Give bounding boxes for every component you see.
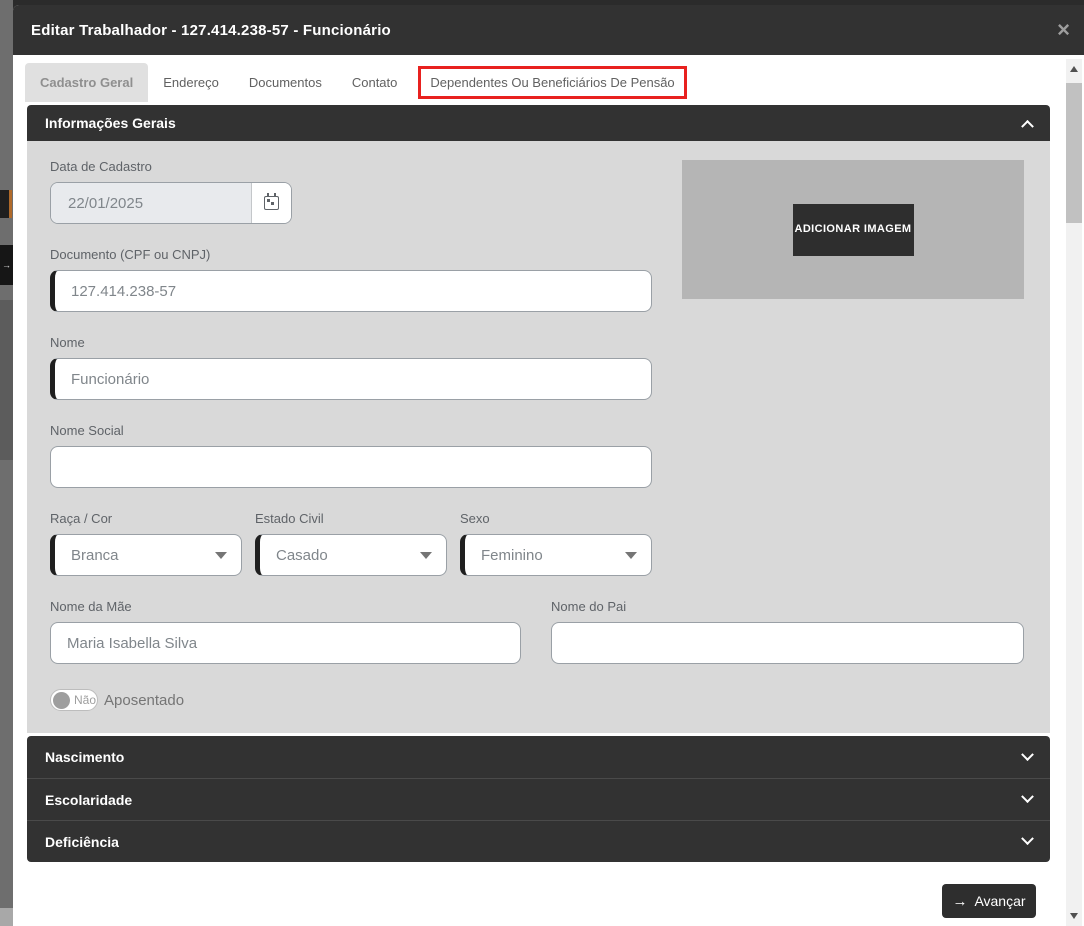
documento-input[interactable] [50, 270, 652, 312]
avancar-label: Avançar [974, 893, 1026, 909]
raca-cor-value: Branca [71, 546, 119, 564]
estado-civil-value: Casado [276, 546, 328, 564]
modal-title: Editar Trabalhador - 127.414.238-57 - Fu… [31, 21, 391, 39]
nome-label: Nome [50, 335, 85, 350]
arrow-right-icon: → [952, 892, 968, 910]
background-fragment [0, 190, 12, 218]
section-header-informacoes-gerais[interactable]: Informações Gerais [27, 105, 1050, 141]
aposentado-toggle[interactable]: Não [50, 689, 98, 711]
tab-cadastro-geral[interactable]: Cadastro Geral [25, 63, 149, 102]
nome-input[interactable] [50, 358, 652, 400]
tab-bar: Cadastro Geral Endereço Documentos Conta… [25, 63, 1084, 102]
section-title: Informações Gerais [45, 115, 176, 131]
caret-down-icon [215, 551, 227, 559]
toggle-knob-icon [53, 691, 70, 709]
nome-mae-label: Nome da Mãe [50, 599, 132, 614]
sexo-select[interactable]: Feminino [460, 534, 652, 576]
section-title: Escolaridade [45, 791, 133, 808]
adicionar-imagem-button[interactable]: ADICIONAR IMAGEM [792, 203, 914, 256]
scroll-up-button[interactable] [1066, 61, 1082, 77]
data-cadastro-value[interactable]: 22/01/2025 [51, 183, 251, 223]
aposentado-label: Aposentado [104, 691, 185, 709]
background-fragment [0, 908, 13, 926]
estado-civil-label: Estado Civil [255, 511, 324, 526]
calendar-icon [264, 193, 279, 210]
scroll-down-button[interactable] [1066, 908, 1082, 924]
modal-content: Informações Gerais Data de Cadastro 22/0… [27, 105, 1050, 862]
tab-documentos[interactable]: Documentos [234, 63, 337, 102]
calendar-button[interactable] [251, 183, 291, 223]
close-icon[interactable]: × [1057, 19, 1070, 41]
caret-down-icon [625, 551, 637, 559]
vertical-scrollbar[interactable] [1066, 59, 1082, 926]
toggle-state-text: Não [74, 693, 97, 707]
section-title: Deficiência [45, 833, 119, 850]
chevron-down-icon [1021, 790, 1034, 804]
sexo-value: Feminino [481, 546, 543, 564]
screen: → Editar Trabalhador - 127.414.238-57 - … [0, 0, 1084, 926]
chevron-up-icon [1021, 119, 1034, 133]
raca-cor-select[interactable]: Branca [50, 534, 242, 576]
section-header-escolaridade[interactable]: Escolaridade [27, 778, 1050, 820]
nome-social-label: Nome Social [50, 423, 124, 438]
section-header-deficiencia[interactable]: Deficiência [27, 820, 1050, 862]
nome-mae-input[interactable] [50, 622, 521, 664]
section-header-nascimento[interactable]: Nascimento [27, 736, 1050, 778]
data-cadastro-field: 22/01/2025 [50, 182, 292, 224]
triangle-up-icon [1070, 66, 1078, 72]
dimmed-background: → [0, 0, 13, 926]
documento-label: Documento (CPF ou CNPJ) [50, 247, 211, 262]
nome-pai-input[interactable] [551, 622, 1024, 664]
image-placeholder: ADICIONAR IMAGEM [682, 160, 1024, 299]
modal-header: Editar Trabalhador - 127.414.238-57 - Fu… [13, 5, 1084, 55]
nome-social-input[interactable] [50, 446, 652, 488]
chevron-down-icon [1021, 832, 1034, 846]
informacoes-gerais-panel: Data de Cadastro 22/01/2025 Documento (C… [27, 141, 1050, 733]
triangle-down-icon [1070, 913, 1078, 919]
tab-dependentes-ou-beneficiarios[interactable]: Dependentes Ou Beneficiários De Pensão [418, 66, 687, 99]
sexo-label: Sexo [460, 511, 490, 526]
chevron-down-icon [1021, 747, 1034, 761]
scrollbar-thumb[interactable] [1066, 83, 1082, 223]
background-fragment: → [0, 245, 13, 285]
tab-endereco[interactable]: Endereço [148, 63, 234, 102]
caret-down-icon [420, 551, 432, 559]
edit-worker-modal: Editar Trabalhador - 127.414.238-57 - Fu… [13, 5, 1084, 926]
aposentado-row: Não Aposentado [50, 689, 184, 711]
raca-cor-label: Raça / Cor [50, 511, 113, 526]
background-fragment [0, 300, 13, 460]
nome-pai-label: Nome do Pai [551, 599, 627, 614]
estado-civil-select[interactable]: Casado [255, 534, 447, 576]
tab-contato[interactable]: Contato [337, 63, 413, 102]
avancar-button[interactable]: → Avançar [942, 884, 1036, 918]
data-cadastro-label: Data de Cadastro [50, 159, 152, 174]
section-title: Nascimento [45, 749, 125, 765]
